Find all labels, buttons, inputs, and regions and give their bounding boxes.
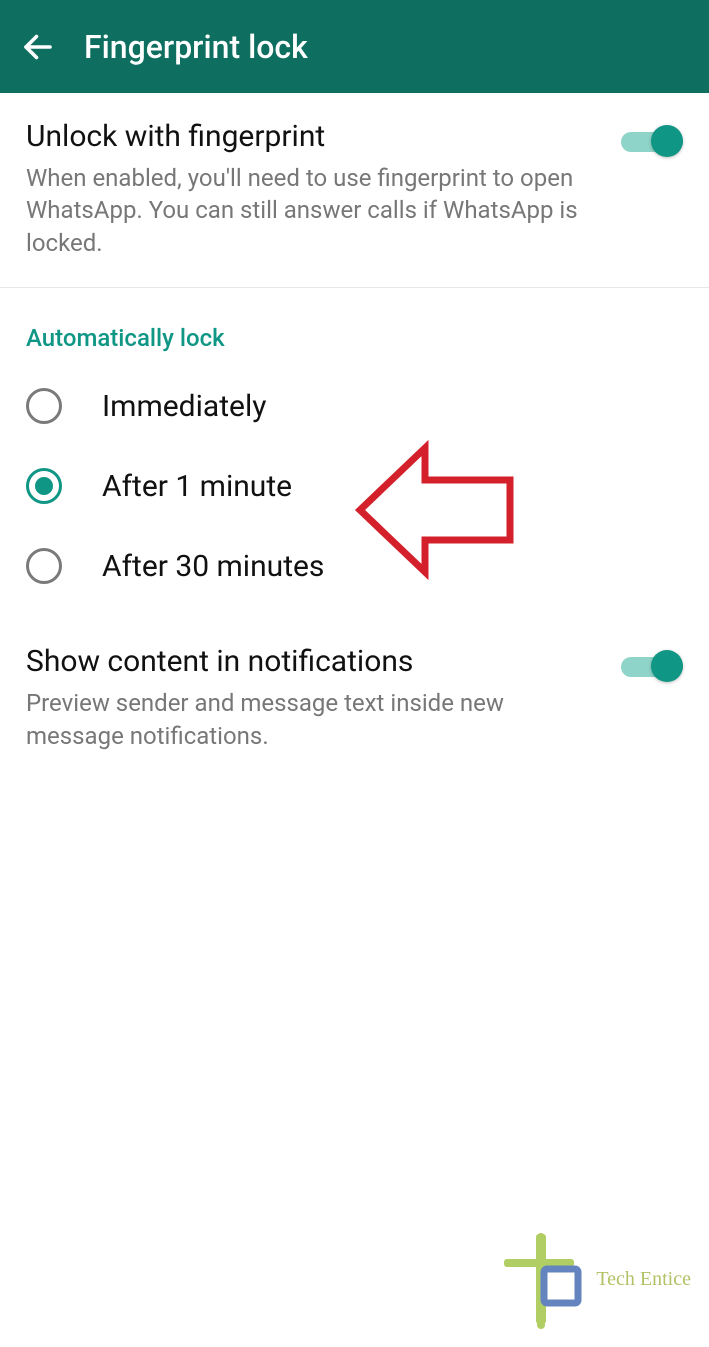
watermark-logo-icon <box>496 1229 586 1329</box>
radio-icon <box>26 548 62 584</box>
page-title: Fingerprint lock <box>84 28 308 66</box>
radio-label: Immediately <box>102 389 266 424</box>
app-header: Fingerprint lock <box>0 0 709 93</box>
unlock-title: Unlock with fingerprint <box>26 119 601 154</box>
back-arrow-icon[interactable] <box>20 29 56 65</box>
radio-icon <box>26 388 62 424</box>
radio-option-after-1-minute[interactable]: After 1 minute <box>0 446 709 526</box>
notifications-subtitle: Preview sender and message text inside n… <box>26 687 601 752</box>
radio-label: After 1 minute <box>102 469 292 504</box>
unlock-row[interactable]: Unlock with fingerprint When enabled, yo… <box>26 119 683 259</box>
radio-option-immediately[interactable]: Immediately <box>0 366 709 446</box>
notifications-row[interactable]: Show content in notifications Preview se… <box>26 644 683 752</box>
radio-option-after-30-minutes[interactable]: After 30 minutes <box>0 526 709 606</box>
unlock-section: Unlock with fingerprint When enabled, yo… <box>0 93 709 287</box>
unlock-subtitle: When enabled, you'll need to use fingerp… <box>26 162 601 259</box>
watermark-text: Tech Entice <box>596 1268 691 1291</box>
auto-lock-options: Immediately After 1 minute After 30 minu… <box>0 362 709 634</box>
notifications-section: Show content in notifications Preview se… <box>0 634 709 780</box>
notifications-toggle[interactable] <box>621 650 683 686</box>
radio-icon <box>26 468 62 504</box>
radio-label: After 30 minutes <box>102 549 324 584</box>
auto-lock-title: Automatically lock <box>0 288 709 362</box>
notifications-title: Show content in notifications <box>26 644 601 679</box>
unlock-toggle[interactable] <box>621 125 683 161</box>
watermark: Tech Entice <box>496 1229 691 1329</box>
